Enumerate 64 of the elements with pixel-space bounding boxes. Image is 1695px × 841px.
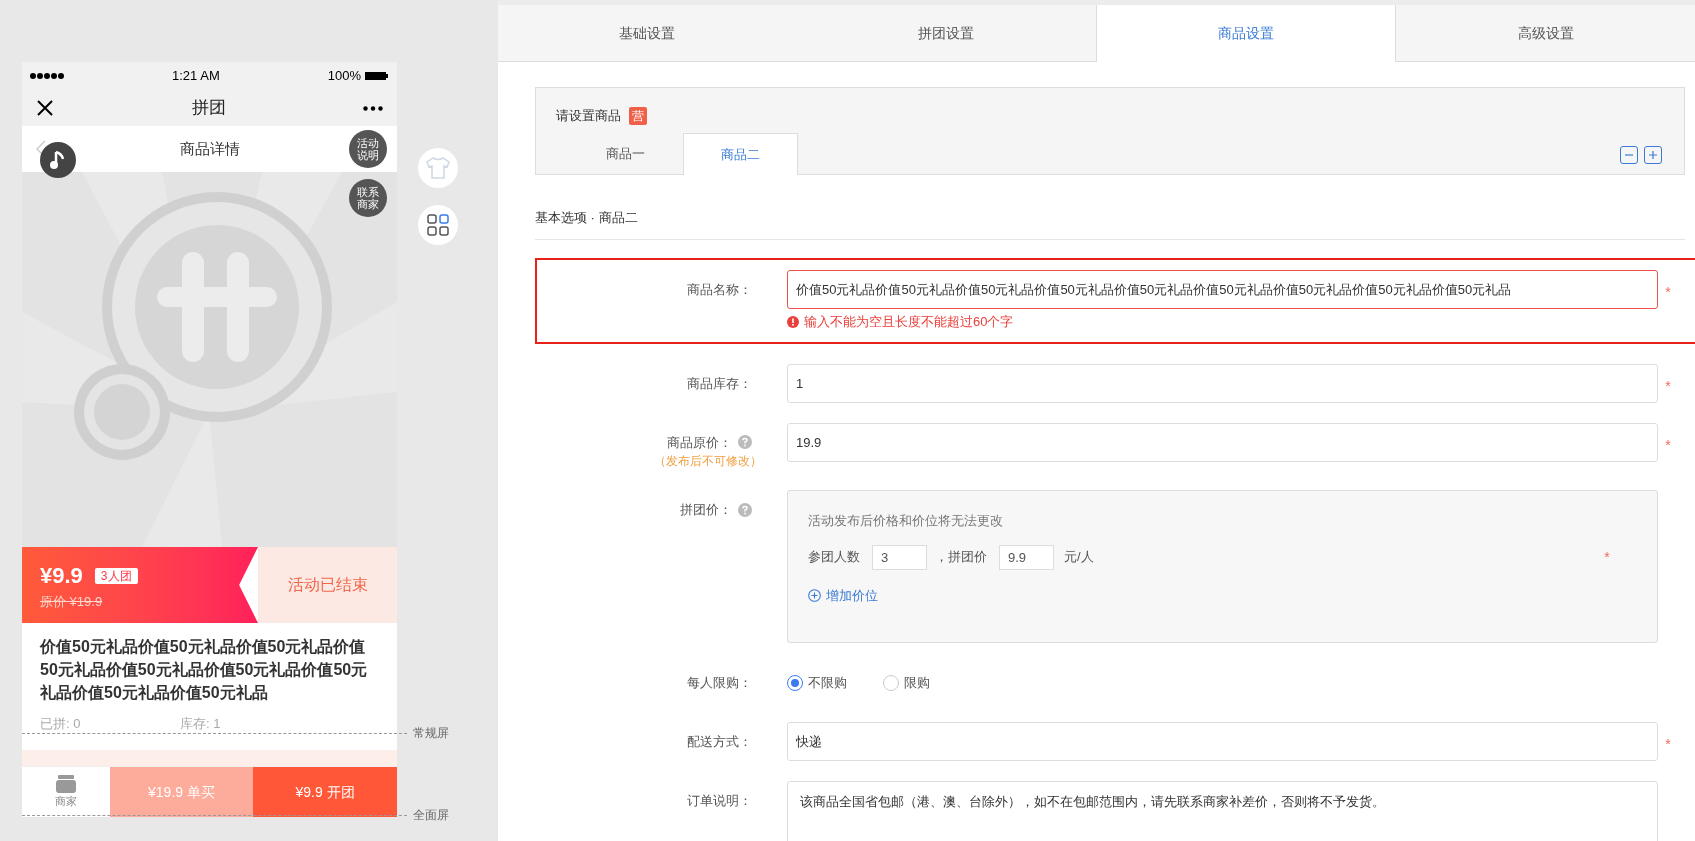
activity-status: 活动已结束 [287,575,368,595]
text-field[interactable]: 19.9 [787,422,1658,462]
marketing-badge: 营 [629,106,647,125]
tier-price-field[interactable]: 9.9 [999,544,1054,570]
plus-icon [1648,150,1658,160]
battery-icon [365,71,389,81]
goods-tab[interactable]: 商品一 [568,133,683,175]
grid-icon [427,214,449,236]
people-label: 参团人数 [808,548,860,567]
settings-tab[interactable]: 商品设置 [1095,5,1397,62]
nav-title: 拼团 [190,97,227,120]
shirt-icon [426,157,450,179]
goods-panel-title: 请设置商品 [556,107,621,125]
page-title: 商品详情 [179,138,240,159]
text-field[interactable]: 快递 [787,722,1658,761]
text-field[interactable]: 1 [787,363,1658,403]
add-goods-button[interactable] [1644,146,1662,164]
settings-tab[interactable]: 拼团设置 [796,5,1096,62]
settings-tab[interactable]: 基础设置 [498,5,797,62]
field-label: 商品原价： [667,433,732,452]
screen-marker-label: 全面屏 [413,807,449,824]
close-icon[interactable] [36,99,54,117]
required-mark: * [1664,283,1672,302]
remove-goods-button[interactable] [1620,146,1638,164]
more-icon[interactable] [363,105,383,111]
section-title: 基本选项 · 商品二 [535,210,638,225]
group-size-badge: 3人团 [94,567,138,584]
settings-tab[interactable]: 高级设置 [1396,5,1695,62]
signal-icon [30,73,64,79]
original-price: 原价 ¥19.9 [40,593,104,611]
music-note-icon [50,150,66,170]
required-mark: * [1664,735,1672,754]
unit-label: 元/人 [1064,548,1094,567]
field-label: 订单说明： [687,792,752,810]
product-stat: 已拼: 0 [40,715,82,733]
battery-level: 100% [327,67,361,86]
radio-option[interactable]: 限购 [883,672,930,693]
group-price: ¥9.9 [40,562,83,590]
goods-tab[interactable]: 商品二 [683,133,798,175]
required-mark: * [1664,435,1672,455]
add-tier-link[interactable]: 增加价位 [808,585,878,605]
required-mark: * [1664,376,1672,396]
product-stat: 库存: 1 [180,715,222,733]
radio-option[interactable]: 不限购 [787,672,847,693]
product-title: 价值50元礼品价值50元礼品价值50元礼品价值50元礼品价值50元礼品价值50元礼品价值50元礼品价值50元礼品价值50元礼品 [38,637,369,703]
plus-circle-icon [808,588,821,602]
people-field[interactable]: 3 [872,544,927,570]
error-message: 输入不能为空且长度不能超过60个字 [804,313,1014,331]
error-icon [787,315,799,328]
shop-icon [56,774,76,793]
field-label: 每人限购： [687,674,752,692]
field-label: 商品名称： [687,281,752,299]
field-label: 配送方式： [687,733,752,751]
field-label: 商品库存： [687,374,752,393]
status-time: 1:21 AM [171,67,221,86]
screen-marker-label: 常规屏 [413,725,449,742]
required-mark: * [1603,547,1611,567]
field-note: （发布后不可修改） [654,453,762,470]
layout-button[interactable] [418,205,458,245]
tier-notice: 活动发布后价格和价位将无法更改 [808,512,1004,530]
tier-price-label: ，拼团价 [935,548,987,567]
text-field[interactable]: 价值50元礼品价值50元礼品价值50元礼品价值50元礼品价值50元礼品价值50元礼品价值50元礼品价值50元礼品价值50元礼品 [787,270,1658,309]
field-label: 拼团价： [680,501,732,519]
textarea-field[interactable]: 该商品全国省包邮（港、澳、台除外），如不在包邮范围内，请先联系商家补差价，否则将不予发货。 [787,781,1658,841]
